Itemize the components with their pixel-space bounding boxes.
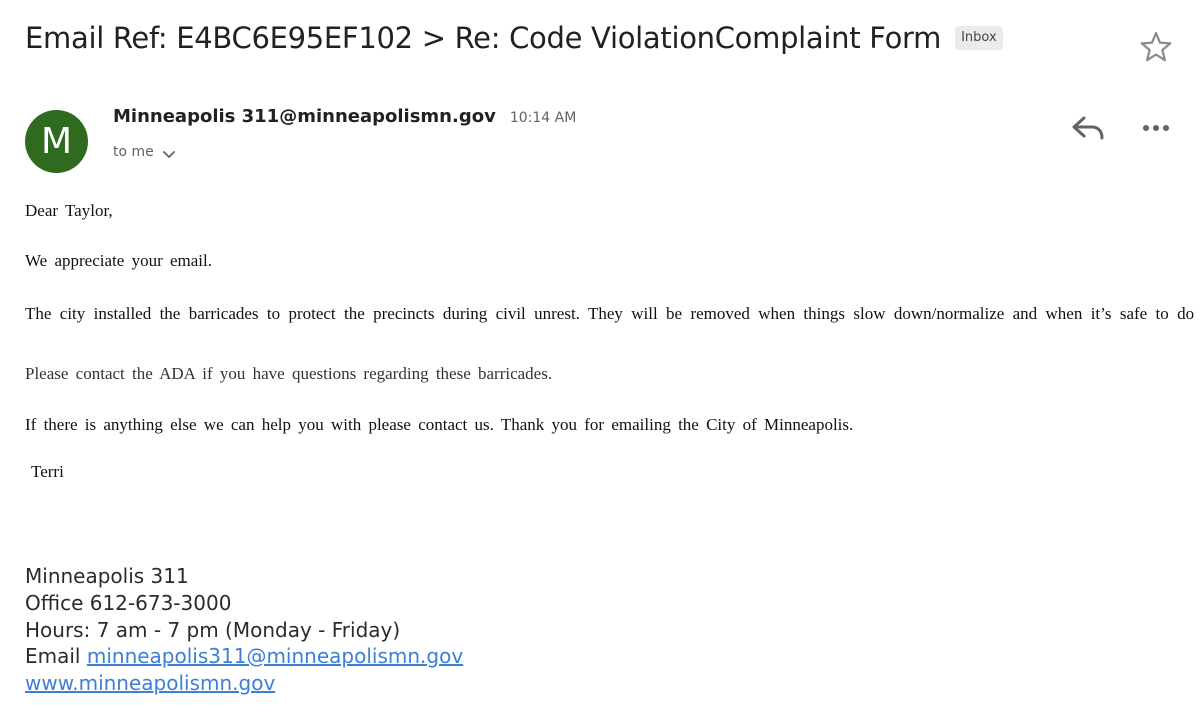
sender-name[interactable]: Minneapolis 311@minneapolismn.gov xyxy=(113,106,496,127)
recipient-label: to me xyxy=(113,144,154,160)
signature-website-link[interactable]: www.minneapolismn.gov xyxy=(25,671,275,695)
message-time: 10:14 AM xyxy=(509,110,577,126)
email-subject: Email Ref: E4BC6E95EF102 > Re: Code Viol… xyxy=(25,21,942,55)
star-icon[interactable] xyxy=(1138,29,1174,65)
body-paragraph-1: We appreciate your email. xyxy=(25,251,212,270)
signature-email-line: Email minneapolis311@minneapolismn.gov xyxy=(25,644,463,668)
reply-icon[interactable] xyxy=(1070,113,1106,143)
signature-hours: Hours: 7 am - 7 pm (Monday - Friday) xyxy=(25,618,401,642)
signature-org: Minneapolis 311 xyxy=(25,564,189,588)
body-paragraph-4: If there is anything else we can help yo… xyxy=(25,415,854,434)
sender-line: Minneapolis 311@minneapolismn.gov 10:14 … xyxy=(113,106,576,127)
body-signoff: Terri xyxy=(31,462,64,481)
sender-avatar[interactable]: M xyxy=(25,110,88,173)
body-greeting: Dear Taylor, xyxy=(25,201,113,220)
subject-header: Email Ref: E4BC6E95EF102 > Re: Code Viol… xyxy=(25,16,1003,60)
inbox-label-badge[interactable]: Inbox xyxy=(955,26,1003,50)
signature-email-label: Email xyxy=(25,644,81,668)
recipient-details-toggle[interactable]: to me xyxy=(113,144,176,160)
body-paragraph-2: The city installed the barricades to pro… xyxy=(25,304,1200,323)
signature-email-link[interactable]: minneapolis311@minneapolismn.gov xyxy=(87,644,463,668)
avatar-letter: M xyxy=(40,121,73,162)
body-paragraph-3: Please contact the ADA if you have quest… xyxy=(25,364,553,383)
signature-office-phone: Office 612-673-3000 xyxy=(25,591,232,615)
chevron-down-icon[interactable] xyxy=(162,150,176,160)
signature-website-line: www.minneapolismn.gov xyxy=(25,671,275,695)
more-horizontal-icon[interactable] xyxy=(1141,118,1171,138)
